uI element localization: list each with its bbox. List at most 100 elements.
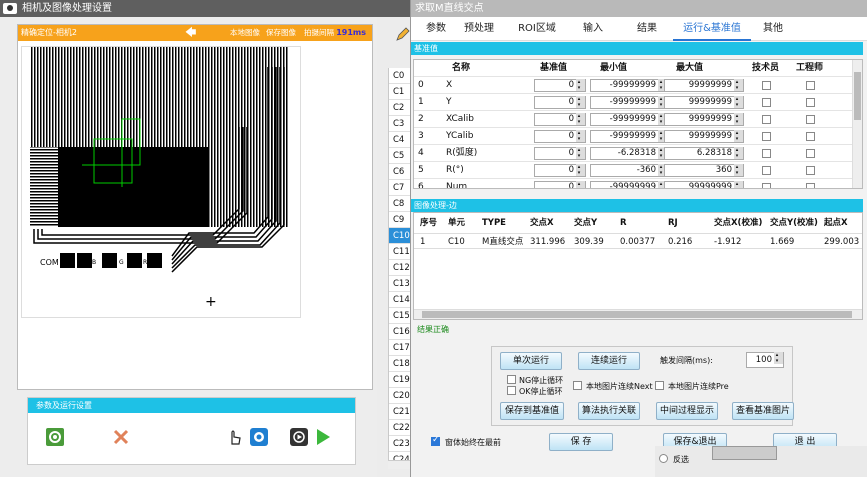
- tab-2[interactable]: ROI区域: [511, 17, 563, 41]
- cell-list-item[interactable]: C0: [389, 68, 412, 84]
- tab-3[interactable]: 输入: [575, 17, 611, 41]
- base-table-row[interactable]: 4 R(弧度) 0 -6.283186.28318: [414, 145, 852, 162]
- play-icon[interactable]: [314, 428, 332, 446]
- save-to-base-button[interactable]: 保存到基准值: [500, 402, 564, 420]
- engineer-checkbox[interactable]: [806, 183, 815, 188]
- base-value-input[interactable]: 0: [534, 130, 586, 143]
- base-table-row[interactable]: 1 Y 0 -9999999999999999: [414, 94, 852, 111]
- min-value-input[interactable]: -99999999: [590, 130, 668, 143]
- tab-5[interactable]: 运行&基准值: [673, 17, 751, 41]
- camera-capture-icon[interactable]: [250, 428, 268, 446]
- technician-checkbox[interactable]: [762, 132, 771, 141]
- base-table-row[interactable]: 3 YCalib 0 -9999999999999999: [414, 128, 852, 145]
- local-pre-checkbox[interactable]: [655, 381, 664, 390]
- max-value-input[interactable]: 360: [664, 164, 744, 177]
- base-value-input[interactable]: 0: [534, 147, 586, 160]
- base-value-input[interactable]: 0: [534, 181, 586, 188]
- base-table-row[interactable]: 6 Num 0 -9999999999999999: [414, 179, 852, 188]
- cell-list-item[interactable]: C19: [389, 372, 412, 388]
- base-table-row[interactable]: 0 X 0 -9999999999999999: [414, 77, 852, 94]
- technician-checkbox[interactable]: [762, 166, 771, 175]
- technician-checkbox[interactable]: [762, 81, 771, 90]
- cell-list-item[interactable]: C2: [389, 100, 412, 116]
- technician-checkbox[interactable]: [762, 115, 771, 124]
- continuous-run-button[interactable]: 连续运行: [578, 352, 640, 370]
- topmost-checkbox[interactable]: [431, 435, 440, 446]
- proc-table-row[interactable]: 1 C10 M直线交点 311.996 309.39 0.00377 0.216 -1.912…: [414, 233, 862, 249]
- cell-list-item[interactable]: C23: [389, 436, 412, 452]
- cell-list-item[interactable]: C18: [389, 356, 412, 372]
- save-button[interactable]: 保 存: [549, 433, 613, 451]
- cell-list-item[interactable]: C12: [389, 260, 412, 276]
- cell-list-item[interactable]: C14: [389, 292, 412, 308]
- max-value-input[interactable]: 99999999: [664, 113, 744, 126]
- max-value-input[interactable]: 99999999: [664, 130, 744, 143]
- engineer-checkbox[interactable]: [806, 98, 815, 107]
- min-value-input[interactable]: -6.28318: [590, 147, 668, 160]
- tools-icon[interactable]: [112, 428, 130, 446]
- technician-checkbox[interactable]: [762, 149, 771, 158]
- ng-stop-checkbox[interactable]: [507, 375, 516, 384]
- base-value-input[interactable]: 0: [534, 113, 586, 126]
- base-table-row[interactable]: 5 R(°) 0 -360360: [414, 162, 852, 179]
- base-value-input[interactable]: 0: [534, 96, 586, 109]
- cell-list-item[interactable]: C6: [389, 164, 412, 180]
- base-value-input[interactable]: 0: [534, 79, 586, 92]
- base-table-row[interactable]: 2 XCalib 0 -9999999999999999: [414, 111, 852, 128]
- cell-list-item[interactable]: C3: [389, 116, 412, 132]
- background-button[interactable]: [712, 446, 777, 460]
- save-image-button[interactable]: 保存图像: [266, 25, 296, 41]
- engineer-checkbox[interactable]: [806, 149, 815, 158]
- cell-list-item[interactable]: C9: [389, 212, 412, 228]
- mid-display-button[interactable]: 中间过程显示: [656, 402, 718, 420]
- engineer-checkbox[interactable]: [806, 166, 815, 175]
- ok-stop-checkbox[interactable]: [507, 386, 516, 395]
- tab-4[interactable]: 结果: [631, 17, 663, 41]
- cell-list-item[interactable]: C7: [389, 180, 412, 196]
- camera-image[interactable]: COM B G R +: [21, 46, 301, 318]
- cell-list-item[interactable]: C16: [389, 324, 412, 340]
- cell-list-item[interactable]: C4: [389, 132, 412, 148]
- base-value-input[interactable]: 0: [534, 164, 586, 177]
- proc-table-hscrollbar[interactable]: [414, 309, 862, 319]
- cell-list-item[interactable]: C11: [389, 244, 412, 260]
- technician-checkbox[interactable]: [762, 183, 771, 188]
- view-base-image-button[interactable]: 查看基准图片: [732, 402, 794, 420]
- tab-1[interactable]: 预处理: [459, 17, 499, 41]
- base-table-vscrollbar[interactable]: [852, 60, 862, 188]
- engineer-checkbox[interactable]: [806, 132, 815, 141]
- local-next-checkbox[interactable]: [573, 381, 582, 390]
- cell-list-item[interactable]: C20: [389, 388, 412, 404]
- max-value-input[interactable]: 99999999: [664, 96, 744, 109]
- settings-gear-icon[interactable]: [46, 428, 64, 446]
- edit-pencil-icon[interactable]: [395, 26, 411, 42]
- single-run-button[interactable]: 单次运行: [500, 352, 562, 370]
- cell-list-item[interactable]: C1: [389, 84, 412, 100]
- trigger-interval-input[interactable]: 100: [746, 352, 784, 368]
- engineer-checkbox[interactable]: [806, 81, 815, 90]
- min-value-input[interactable]: -99999999: [590, 113, 668, 126]
- cell-list-item[interactable]: C5: [389, 148, 412, 164]
- cell-list-item[interactable]: C13: [389, 276, 412, 292]
- back-arrow-icon[interactable]: 🡄: [185, 27, 199, 39]
- cell-list-item[interactable]: C8: [389, 196, 412, 212]
- max-value-input[interactable]: 99999999: [664, 181, 744, 188]
- cell-list-item[interactable]: C17: [389, 340, 412, 356]
- max-value-input[interactable]: 6.28318: [664, 147, 744, 160]
- local-image-button[interactable]: 本地图像: [230, 25, 260, 41]
- algo-link-button[interactable]: 算法执行关联: [578, 402, 640, 420]
- hand-pointer-icon[interactable]: [226, 428, 244, 446]
- engineer-checkbox[interactable]: [806, 115, 815, 124]
- cell-list-item[interactable]: C15: [389, 308, 412, 324]
- invert-radio[interactable]: [659, 454, 668, 463]
- record-icon[interactable]: [290, 428, 308, 446]
- min-value-input[interactable]: -360: [590, 164, 668, 177]
- min-value-input[interactable]: -99999999: [590, 181, 668, 188]
- min-value-input[interactable]: -99999999: [590, 96, 668, 109]
- min-value-input[interactable]: -99999999: [590, 79, 668, 92]
- cell-list-item[interactable]: C10: [389, 228, 412, 244]
- tab-0[interactable]: 参数: [419, 17, 453, 41]
- technician-checkbox[interactable]: [762, 98, 771, 107]
- cell-list-item[interactable]: C22: [389, 420, 412, 436]
- max-value-input[interactable]: 99999999: [664, 79, 744, 92]
